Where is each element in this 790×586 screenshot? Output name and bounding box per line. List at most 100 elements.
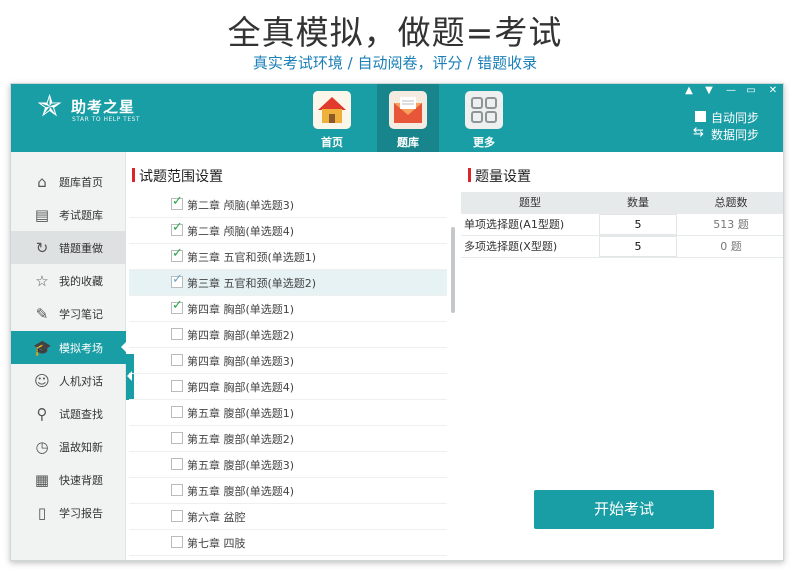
sidebar-item-label: 题库首页 [59, 176, 103, 189]
list-item[interactable]: ✓ 第四章 胸部(单选题1) [129, 296, 447, 322]
search-icon: ⚲ [36, 405, 48, 423]
sidebar-item-quick-memorize[interactable]: ▦ 快速背题 [11, 463, 126, 496]
sidebar-item-bank-home[interactable]: ⌂ 题库首页 [11, 165, 126, 198]
chapter-label: 第五章 腹部(单选题2) [187, 433, 295, 446]
nav-question-bank[interactable]: 题库 [377, 84, 439, 152]
chapter-checkbox[interactable] [171, 536, 183, 548]
chapter-label: 第四章 胸部(单选题2) [187, 329, 295, 342]
sidebar-item-label: 学习笔记 [59, 308, 103, 321]
sidebar-item-label: 错题重做 [59, 242, 103, 255]
sidebar-item-report[interactable]: ▯ 学习报告 [11, 496, 126, 529]
sidebar-item-favorites[interactable]: ☆ 我的收藏 [11, 264, 126, 297]
sidebar-item-mock-exam[interactable]: 🎓 模拟考场 [11, 331, 127, 364]
dropdown-icon[interactable]: ▼ [701, 84, 717, 98]
refresh-icon: ↻ [35, 239, 49, 257]
list-item[interactable]: 第五章 腹部(单选题1) [129, 400, 447, 426]
chapter-checkbox[interactable]: ✓ [171, 221, 183, 236]
nav-home[interactable]: 首页 [301, 84, 363, 152]
total-count: 513 题 [713, 218, 749, 231]
list-item[interactable]: 第七章 四肢 [129, 530, 447, 556]
sidebar-item-redo-wrong[interactable]: ↻ 错题重做 [11, 231, 126, 264]
star-logo-icon: ✯ [37, 89, 63, 124]
list-item[interactable]: 第四章 胸部(单选题4) [129, 374, 447, 400]
auto-sync-toggle[interactable]: 自动同步 [695, 109, 775, 125]
chapter-label: 第四章 胸部(单选题1) [187, 303, 295, 316]
chapter-checkbox[interactable] [171, 328, 183, 340]
auto-sync-checkbox[interactable] [695, 111, 706, 122]
star-icon: ☆ [35, 272, 49, 290]
list-item[interactable]: 第六章 盆腔 [129, 504, 447, 530]
pin-icon[interactable]: ▲ [681, 84, 697, 98]
list-item[interactable]: ✓ 第二章 颅脑(单选题4) [129, 218, 447, 244]
list-item[interactable]: 第五章 腹部(单选题2) [129, 426, 447, 452]
list-item[interactable]: ✓ 第三章 五官和颈(单选题2) [129, 270, 447, 296]
chapter-label: 第二章 颅脑(单选题4) [187, 225, 295, 238]
quantity-input[interactable]: 5 [599, 236, 677, 257]
list-item[interactable]: ✓ 第二章 颅脑(单选题3) [129, 192, 447, 218]
chapter-list: ✓ 第二章 颅脑(单选题3) ✓ 第二章 颅脑(单选题4) ✓ 第三章 五官和颈… [129, 192, 447, 560]
sidebar-item-search[interactable]: ⚲ 试题查找 [11, 397, 126, 430]
chapter-checkbox[interactable] [171, 484, 183, 496]
chapter-checkbox[interactable]: ✓ [171, 195, 183, 210]
chapter-checkbox[interactable]: ✓ [171, 273, 183, 288]
table-row: 单项选择题(A1型题) 5 513 题 [461, 214, 783, 236]
sidebar-item-review[interactable]: ◷ 温故知新 [11, 430, 126, 463]
hero-subtitle: 真实考试环境 / 自动阅卷，评分 / 错题收录 [252, 54, 538, 72]
nav-question-bank-label: 题库 [397, 136, 419, 149]
sidebar-item-label: 快速背题 [59, 474, 103, 487]
clock-icon: ◷ [35, 438, 49, 456]
sidebar-item-dialogue[interactable]: ☺ 人机对话 [11, 364, 126, 397]
chapter-label: 第五章 腹部(单选题3) [187, 459, 295, 472]
active-caret-icon [121, 341, 127, 353]
list-item[interactable]: 第四章 胸部(单选题2) [129, 322, 447, 348]
chapter-checkbox[interactable] [171, 380, 183, 392]
app-window: ✯ 助考之星 STAR TO HELP TEST 首页 题库 更多 ▲ ▼ — … [10, 83, 784, 561]
chapter-checkbox[interactable]: ✓ [171, 247, 183, 262]
table-header: 题型 数量 总题数 [461, 192, 783, 214]
chapter-label: 第二章 颅脑(单选题3) [187, 199, 295, 212]
scope-title: 试题范围设置 [139, 169, 223, 185]
chat-icon: ☺ [34, 372, 50, 390]
chapter-checkbox[interactable] [171, 510, 183, 522]
chapter-label: 第四章 胸部(单选题4) [187, 381, 295, 394]
document-icon: ▤ [34, 206, 50, 224]
home-icon [313, 91, 351, 129]
list-item[interactable]: 第五章 腹部(单选题3) [129, 452, 447, 478]
sidebar-item-label: 我的收藏 [59, 275, 103, 288]
logo-tagline: STAR TO HELP TEST [72, 116, 141, 123]
chapter-checkbox[interactable]: ✓ [171, 299, 183, 314]
nav-more-label: 更多 [473, 136, 495, 149]
nav-more[interactable]: 更多 [453, 84, 515, 152]
graduation-cap-icon: 🎓 [33, 339, 52, 357]
minimize-icon[interactable]: — [723, 84, 739, 98]
data-sync-button[interactable]: ⇆ 数据同步 [693, 125, 775, 142]
quantity-input[interactable]: 5 [599, 214, 677, 235]
hero-title: 全真模拟，做题=考试 [227, 13, 563, 52]
start-exam-button[interactable]: 开始考试 [534, 490, 714, 529]
column-header: 题型 [519, 196, 541, 209]
sidebar-item-label: 试题查找 [59, 408, 103, 421]
app-logo: ✯ 助考之星 STAR TO HELP TEST [37, 92, 167, 132]
maximize-icon[interactable]: ▭ [743, 84, 759, 98]
sidebar-item-notes[interactable]: ✎ 学习笔记 [11, 297, 126, 330]
chapter-list-scrollbar[interactable] [451, 227, 455, 313]
nav-home-label: 首页 [321, 136, 343, 149]
column-header: 总题数 [714, 196, 748, 209]
list-icon: ▦ [34, 471, 50, 489]
chapter-checkbox[interactable] [171, 406, 183, 418]
list-item[interactable]: ✓ 第三章 五官和颈(单选题1) [129, 244, 447, 270]
list-item[interactable]: 第五章 腹部(单选题4) [129, 478, 447, 504]
home-outline-icon: ⌂ [37, 173, 47, 191]
close-icon[interactable]: ✕ [765, 84, 781, 98]
sidebar-item-exam-bank[interactable]: ▤ 考试题库 [11, 198, 126, 231]
chapter-checkbox[interactable] [171, 458, 183, 470]
chapter-checkbox[interactable] [171, 354, 183, 366]
chapter-label: 第四章 胸部(单选题3) [187, 355, 295, 368]
list-item[interactable]: 第四章 胸部(单选题3) [129, 348, 447, 374]
data-sync-label: 数据同步 [711, 128, 760, 142]
hero-banner: 全真模拟，做题=考试 真实考试环境 / 自动阅卷，评分 / 错题收录 [0, 0, 790, 84]
section-marker [132, 168, 135, 182]
envelope-icon [389, 91, 427, 129]
sidebar-item-label: 考试题库 [59, 209, 103, 222]
chapter-checkbox[interactable] [171, 432, 183, 444]
